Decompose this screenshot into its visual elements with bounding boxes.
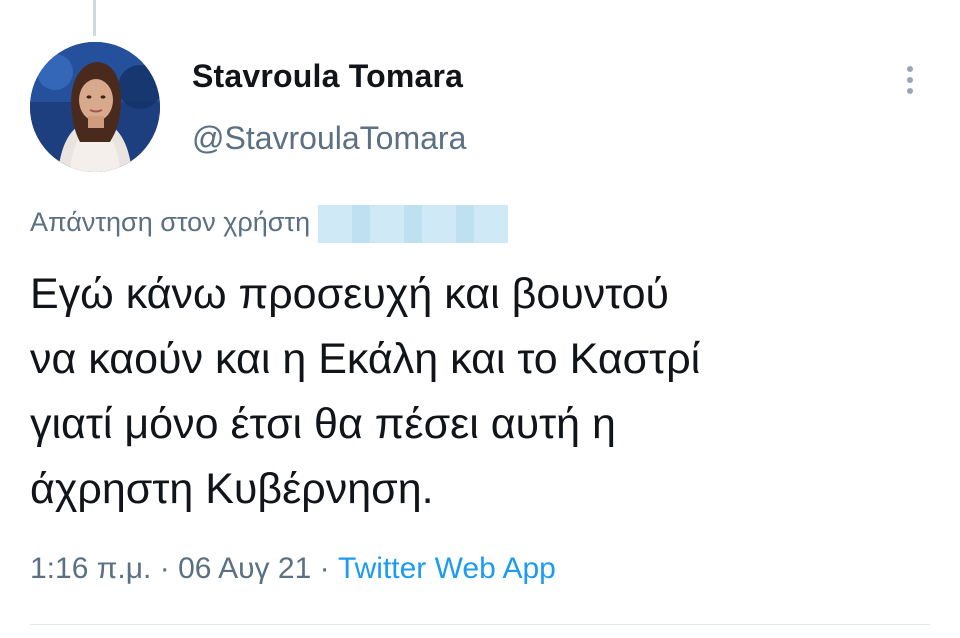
- tweet-text: Εγώ κάνω προσευχή και βουντού να καούν κ…: [30, 270, 701, 513]
- user-handle[interactable]: @StavroulaTomara: [192, 120, 466, 157]
- more-dot-icon: [907, 77, 913, 83]
- more-dot-icon: [907, 66, 913, 72]
- tweet-metadata: 1:16 π.μ. · 06 Αυγ 21 · Twitter Web App: [30, 552, 556, 586]
- meta-separator: ·: [319, 552, 330, 585]
- display-name[interactable]: Stavroula Tomara: [192, 58, 463, 95]
- meta-separator: ·: [159, 552, 170, 585]
- avatar[interactable]: [30, 42, 160, 172]
- reply-label: Απάντηση στον χρήστη: [30, 207, 311, 238]
- thread-connector-line: [93, 0, 96, 36]
- divider: [30, 624, 930, 625]
- tweet-source-link[interactable]: Twitter Web App: [338, 552, 556, 585]
- tweet-time[interactable]: 1:16 π.μ.: [30, 552, 151, 585]
- profile-photo-icon: [30, 42, 160, 172]
- redacted-username: [318, 205, 509, 243]
- tweet-date[interactable]: 06 Αυγ 21: [178, 552, 311, 585]
- reply-context: Απάντηση στον χρήστη: [30, 205, 509, 243]
- more-vertical-icon[interactable]: [896, 62, 924, 98]
- more-dot-icon: [907, 88, 913, 94]
